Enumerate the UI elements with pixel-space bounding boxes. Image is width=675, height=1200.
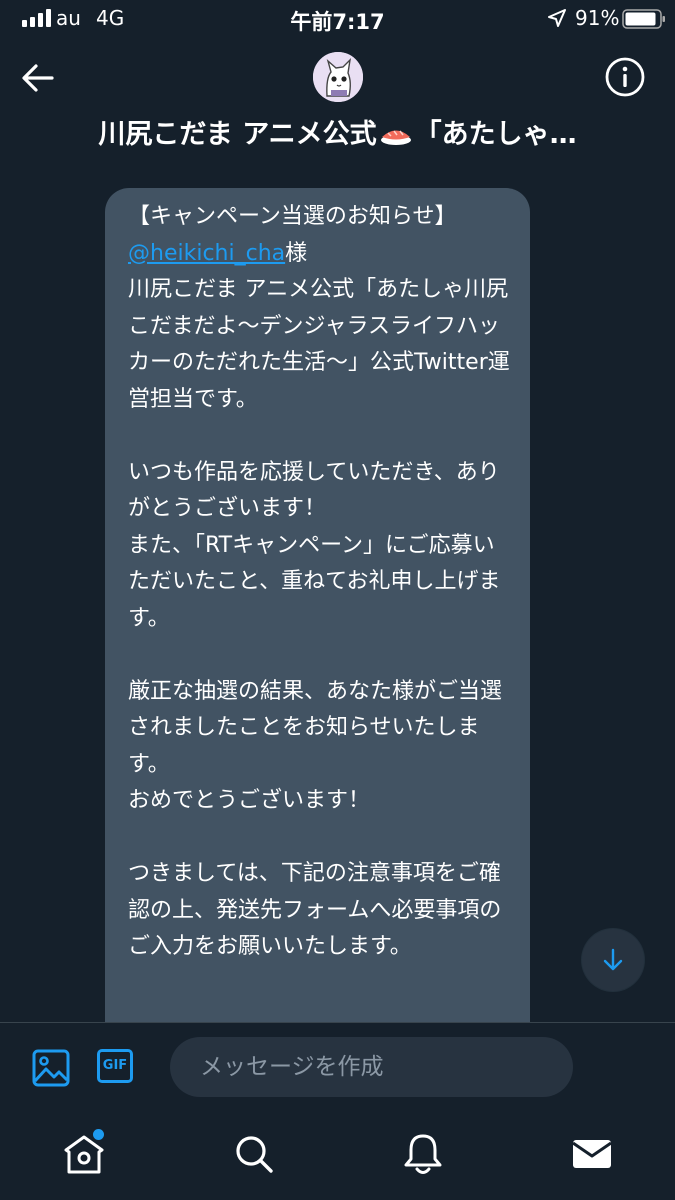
arrow-down-icon (603, 948, 623, 971)
mail-icon[interactable] (570, 1132, 614, 1176)
location-icon (548, 9, 566, 27)
bottom-tab-bar (0, 1112, 675, 1200)
message-body: 川尻こだま アニメ公式「あたしゃ川尻こだまだよ〜デンジャラスライフハッカーのただ… (128, 277, 510, 959)
bell-icon[interactable] (401, 1132, 445, 1176)
conversation-header: 川尻こだま アニメ公式 「あたしゃ… (0, 40, 675, 170)
conversation-title-text: 川尻こだま アニメ公式 (98, 119, 377, 150)
message-honorific: 様 (285, 240, 308, 266)
mention-link[interactable]: @heikichi_cha (128, 241, 285, 266)
battery-percent: 91% (575, 6, 620, 30)
message-input[interactable] (170, 1037, 573, 1097)
avatar[interactable] (313, 52, 363, 102)
conversation-title: 川尻こだま アニメ公式 「あたしゃ… (30, 112, 645, 151)
media-icon[interactable] (32, 1049, 70, 1087)
gif-button[interactable]: GIF (97, 1049, 133, 1083)
voice-icon[interactable] (606, 1051, 644, 1085)
status-bar: au 4G 午前7:17 91% (0, 0, 675, 40)
message-heading: 【キャンペーン当選のお知らせ】 (128, 204, 457, 229)
scroll-to-bottom-button[interactable] (582, 929, 644, 991)
battery-icon (622, 9, 665, 29)
status-time: 午前7:17 (290, 10, 385, 34)
message-composer: GIF (0, 1022, 675, 1113)
message-text: 【キャンペーン当選のお知らせ】 @heikichi_cha様 川尻こだま アニメ… (128, 199, 513, 966)
search-icon[interactable] (232, 1132, 276, 1176)
notification-dot (93, 1129, 104, 1140)
info-icon[interactable] (604, 56, 646, 98)
back-arrow-icon[interactable] (18, 58, 58, 98)
sushi-emoji-icon (380, 130, 411, 145)
conversation-title-suffix: 「あたしゃ… (414, 119, 577, 150)
